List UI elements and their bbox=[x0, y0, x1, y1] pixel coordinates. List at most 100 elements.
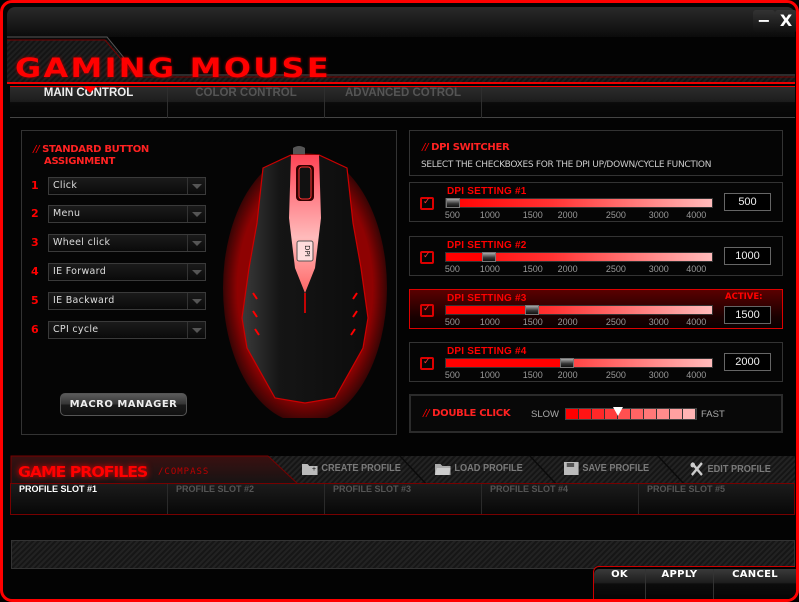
dpi-value-field[interactable]: 500 bbox=[724, 193, 771, 211]
create-profile-button[interactable]: + CREATE PROFILE bbox=[302, 462, 401, 475]
chevron-down-icon[interactable] bbox=[187, 293, 205, 309]
chevron-down-icon[interactable] bbox=[187, 206, 205, 222]
chevron-down-icon[interactable] bbox=[187, 235, 205, 251]
double-click-thumb[interactable] bbox=[613, 407, 623, 416]
dpi-enable-checkbox[interactable] bbox=[420, 197, 434, 210]
chevron-down-icon[interactable] bbox=[187, 178, 205, 194]
active-label: ACTIVE: bbox=[725, 292, 763, 302]
load-profile-button[interactable]: LOAD PROFILE bbox=[435, 462, 523, 475]
button-4-select[interactable]: IE Forward bbox=[48, 263, 206, 281]
tab-advanced-control[interactable]: ADVANCED COTROL bbox=[325, 87, 482, 118]
select-value: Click bbox=[53, 180, 78, 191]
title-text: DOUBLE CLICK bbox=[432, 408, 511, 419]
close-button[interactable]: X bbox=[775, 10, 796, 32]
double-click-segment[interactable] bbox=[592, 409, 605, 419]
dpi-setting-4: DPI SETTING #4 500 1000 1500 2000 2500 3000 400… bbox=[409, 342, 783, 382]
dpi-slider-thumb[interactable] bbox=[559, 358, 574, 368]
double-click-segment[interactable] bbox=[657, 409, 670, 419]
dpi-tick-label: 3000 bbox=[648, 370, 669, 380]
save-profile-button[interactable]: SAVE PROFILE bbox=[564, 462, 649, 475]
button-3-select[interactable]: Wheel click bbox=[48, 234, 206, 252]
button-assignment-row: 4 IE Forward bbox=[31, 263, 206, 281]
dpi-tick-label: 500 bbox=[444, 210, 460, 220]
dpi-tick-label: 2500 bbox=[605, 264, 626, 274]
dpi-slider[interactable] bbox=[445, 358, 713, 368]
title-text: DPI SWITCHER bbox=[431, 142, 510, 153]
dpi-setting-1: DPI SETTING #1 500 1000 1500 2000 2500 3000 400… bbox=[409, 182, 783, 222]
dpi-tick-label: 500 bbox=[444, 370, 460, 380]
tools-icon bbox=[690, 462, 703, 476]
double-click-segment[interactable] bbox=[683, 409, 696, 419]
title-slashes: // bbox=[423, 408, 430, 419]
dpi-tick-label: 1500 bbox=[522, 210, 543, 220]
tab-color-control[interactable]: COLOR CONTROL bbox=[168, 87, 325, 118]
select-value: CPI cycle bbox=[53, 324, 99, 335]
double-click-panel: //DOUBLE CLICK SLOW FAST bbox=[409, 394, 783, 433]
button-6-select[interactable]: CPI cycle bbox=[48, 321, 206, 339]
chevron-down-icon[interactable] bbox=[187, 322, 205, 338]
dpi-slider[interactable] bbox=[445, 198, 713, 208]
app-window: − X GAMING MOUSE MAIN CONTROL COLOR CONT… bbox=[0, 0, 799, 602]
profile-slot-1[interactable]: PROFILE SLOT #1 bbox=[11, 484, 168, 514]
dpi-enable-checkbox[interactable] bbox=[420, 304, 434, 317]
dpi-tick-label: 2000 bbox=[557, 317, 578, 327]
double-click-segment[interactable] bbox=[566, 409, 579, 419]
macro-manager-button[interactable]: MACRO MANAGER bbox=[60, 393, 187, 416]
dpi-enable-checkbox[interactable] bbox=[420, 357, 434, 370]
profile-slot-5[interactable]: PROFILE SLOT #5 bbox=[639, 484, 794, 514]
dpi-slider-fill bbox=[446, 253, 482, 261]
edit-profile-button[interactable]: EDIT PROFILE bbox=[690, 462, 771, 476]
ok-button[interactable]: OK bbox=[594, 569, 646, 599]
dpi-slider[interactable] bbox=[445, 252, 713, 262]
double-click-speed-slider[interactable] bbox=[565, 407, 697, 420]
title-bar[interactable]: − X bbox=[7, 7, 796, 37]
profile-slot-4[interactable]: PROFILE SLOT #4 bbox=[482, 484, 639, 514]
dpi-setting-3: DPI SETTING #3 ACTIVE: 500 1000 1500 2000 2500… bbox=[409, 289, 783, 329]
double-click-segment[interactable] bbox=[579, 409, 592, 419]
button-number: 6 bbox=[31, 323, 39, 336]
double-click-segment[interactable] bbox=[644, 409, 657, 419]
dpi-setting-2: DPI SETTING #2 500 1000 1500 2000 2500 3000 400… bbox=[409, 236, 783, 276]
game-profiles-title: GAME PROFILES bbox=[18, 463, 148, 481]
button-assignment-row: 3 Wheel click bbox=[31, 234, 206, 252]
dpi-tick-label: 500 bbox=[444, 264, 460, 274]
dpi-slider[interactable] bbox=[445, 305, 713, 315]
button-number: 1 bbox=[31, 179, 39, 192]
dpi-tick-label: 2500 bbox=[605, 210, 626, 220]
dpi-tick-label: 1500 bbox=[522, 370, 543, 380]
profile-slot-2[interactable]: PROFILE SLOT #2 bbox=[168, 484, 325, 514]
title-slashes: // bbox=[422, 142, 429, 153]
dpi-tick-label: 1000 bbox=[479, 317, 500, 327]
svg-text:+: + bbox=[312, 466, 316, 473]
dpi-value-field[interactable]: 2000 bbox=[724, 353, 771, 371]
close-icon: X bbox=[779, 11, 793, 30]
dpi-enable-checkbox[interactable] bbox=[420, 251, 434, 264]
dpi-setting-label: DPI SETTING #3 bbox=[447, 293, 527, 304]
button-1-select[interactable]: Click bbox=[48, 177, 206, 195]
dpi-tick-label: 3000 bbox=[648, 317, 669, 327]
chevron-down-icon[interactable] bbox=[187, 264, 205, 280]
button-number: 2 bbox=[31, 207, 39, 220]
dialog-buttons: OK APPLY CANCEL bbox=[593, 566, 796, 599]
dpi-slider-fill bbox=[446, 359, 560, 367]
load-profile-label: LOAD PROFILE bbox=[454, 463, 523, 474]
dpi-tick-label: 1000 bbox=[479, 370, 500, 380]
dpi-value-field[interactable]: 1000 bbox=[724, 247, 771, 265]
title-line-1: STANDARD BUTTON bbox=[42, 144, 150, 155]
profile-slot-3[interactable]: PROFILE SLOT #3 bbox=[325, 484, 482, 514]
button-5-select[interactable]: IE Backward bbox=[48, 292, 206, 310]
minimize-button[interactable]: − bbox=[753, 10, 775, 32]
minimize-icon: − bbox=[757, 11, 771, 30]
double-click-segment[interactable] bbox=[631, 409, 644, 419]
slow-label: SLOW bbox=[531, 409, 559, 420]
dpi-slider-thumb[interactable] bbox=[481, 252, 496, 262]
apply-button[interactable]: APPLY bbox=[646, 569, 714, 599]
cancel-button[interactable]: CANCEL bbox=[714, 569, 796, 599]
dpi-slider-thumb[interactable] bbox=[446, 198, 460, 208]
dpi-value-field[interactable]: 1500 bbox=[724, 306, 771, 324]
double-click-segment[interactable] bbox=[670, 409, 683, 419]
dpi-slider-thumb[interactable] bbox=[524, 305, 539, 315]
button-2-select[interactable]: Menu bbox=[48, 205, 206, 223]
dpi-scale: 500 1000 1500 2000 2500 3000 4000 bbox=[444, 370, 715, 380]
dpi-tick-label: 2000 bbox=[557, 370, 578, 380]
